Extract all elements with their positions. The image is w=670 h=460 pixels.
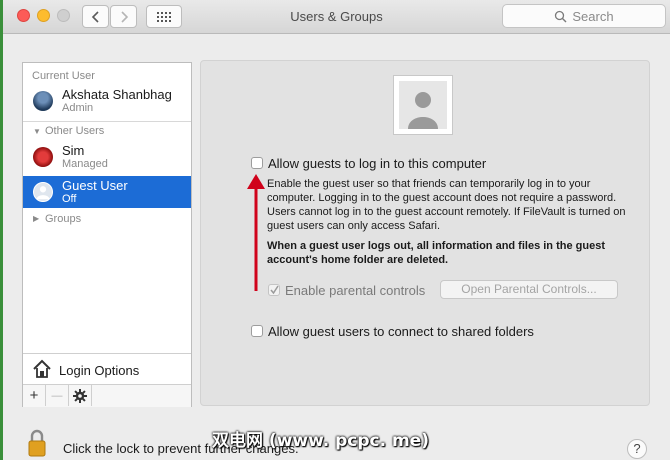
user-role: Admin [62, 102, 94, 114]
user-name: Guest User [62, 178, 128, 193]
user-row-sim[interactable]: Sim Managed [23, 141, 191, 173]
lock-icon[interactable] [26, 428, 48, 458]
user-row-guest[interactable]: Guest User Off [23, 176, 191, 208]
checkmark-icon [270, 285, 279, 295]
current-user-header: Current User [32, 70, 95, 82]
house-icon [33, 359, 51, 378]
user-role: Managed [62, 158, 108, 170]
guest-description: Enable the guest user so that friends ca… [267, 178, 626, 232]
shared-folders-label[interactable]: Allow guest users to connect to shared f… [268, 324, 534, 339]
guest-user-picture[interactable] [393, 75, 453, 135]
avatar [33, 147, 53, 167]
help-button[interactable]: ? [627, 439, 647, 459]
title-bar: Users & Groups Search [3, 0, 670, 34]
allow-guests-label[interactable]: Allow guests to log in to this computer [268, 156, 486, 171]
search-field[interactable]: Search [502, 4, 666, 28]
guest-avatar [33, 182, 53, 202]
other-users-header: Other Users [45, 125, 105, 137]
user-name: Akshata Shanbhag [62, 87, 172, 102]
disclosure-expanded-icon[interactable]: ▼ [33, 127, 41, 136]
groups-header[interactable]: Groups [45, 213, 81, 225]
allow-guests-checkbox[interactable] [251, 157, 263, 169]
guest-user-settings-panel: Allow guests to log in to this computer … [200, 60, 650, 406]
search-icon [555, 10, 567, 22]
user-row-akshata[interactable]: Akshata Shanbhag Admin [23, 85, 191, 117]
login-options-label: Login Options [59, 363, 140, 378]
open-parental-controls-button[interactable]: Open Parental Controls... [440, 280, 618, 299]
search-placeholder: Search [572, 8, 614, 24]
shared-folders-checkbox[interactable] [251, 325, 263, 337]
user-name: Sim [62, 143, 85, 158]
users-sidebar: Current User Akshata Shanbhag Admin ▼ Ot… [22, 62, 192, 407]
person-icon [36, 186, 50, 200]
add-user-button[interactable]: + [23, 385, 46, 406]
person-silhouette-icon [399, 81, 447, 129]
sidebar-toolbar: + — [23, 384, 191, 407]
red-arrow-annotation [247, 174, 265, 291]
parental-controls-checkbox[interactable] [268, 284, 280, 296]
user-role: Off [62, 193, 77, 205]
watermark-text: 双电网 (www. pcpc. me) [212, 431, 429, 451]
avatar [33, 91, 53, 111]
disclosure-collapsed-icon[interactable]: ▶ [33, 214, 39, 223]
gear-icon [73, 388, 87, 403]
remove-user-button[interactable]: — [46, 385, 69, 406]
action-menu-button[interactable] [69, 385, 92, 406]
login-options-item[interactable]: Login Options [23, 353, 191, 384]
divider [23, 121, 191, 122]
window-edge [0, 0, 3, 460]
parental-controls-label[interactable]: Enable parental controls [285, 283, 425, 298]
guest-logout-warning: When a guest user logs out, all informat… [267, 240, 605, 266]
